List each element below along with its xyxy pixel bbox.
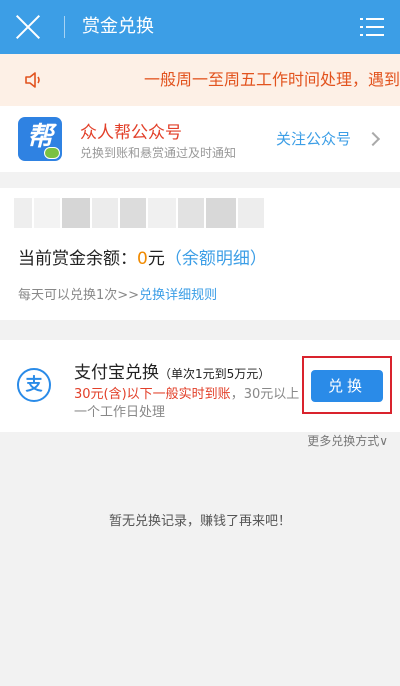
- list-menu-icon[interactable]: [360, 17, 384, 37]
- balance-unit: 元: [147, 249, 165, 269]
- alipay-icon-glyph: 支: [25, 375, 43, 395]
- exchange-button[interactable]: 兑换: [311, 370, 383, 402]
- balance-detail-link[interactable]: 余额明细: [182, 249, 250, 269]
- alipay-title: 支付宝兑换: [74, 363, 159, 383]
- redacted-username: [62, 198, 90, 228]
- alipay-icon: 支: [17, 368, 51, 402]
- chevron-right-icon: [365, 131, 381, 147]
- balance-label: 当前赏金余额：: [18, 249, 137, 269]
- exchange-rules-link[interactable]: 兑换详细规则: [139, 288, 217, 303]
- alipay-note-line2: 一个工作日处理: [74, 405, 166, 420]
- paren-open: （: [164, 249, 182, 269]
- exchange-limit-text: 每天可以兑换1次>>: [18, 288, 140, 303]
- wechat-icon: [44, 147, 60, 159]
- close-icon[interactable]: [14, 13, 42, 41]
- official-account-logo: 帮: [18, 117, 62, 161]
- alipay-note-over: ，30元以上: [230, 387, 300, 402]
- balance-amount: 0: [137, 249, 148, 269]
- exchange-rule-line: 每天可以兑换1次>>兑换详细规则: [18, 284, 217, 303]
- redacted-username: [238, 198, 264, 228]
- official-account-name: 众人帮公众号: [80, 123, 182, 143]
- official-account-description: 兑换到账和悬赏通过及时通知: [80, 146, 237, 160]
- redacted-username: [92, 198, 118, 228]
- redacted-username: [178, 198, 204, 228]
- balance-line: 当前赏金余额：0元（余额明细）: [18, 244, 267, 269]
- top-bar: 赏金兑换: [0, 0, 400, 54]
- balance-card: 当前赏金余额：0元（余额明细） 每天可以兑换1次>>兑换详细规则: [0, 188, 400, 320]
- alipay-limit: （单次1元到5万元）: [159, 367, 271, 381]
- redacted-username: [120, 198, 146, 228]
- official-account-row[interactable]: 帮 众人帮公众号 兑换到账和悬赏通过及时通知 关注公众号: [0, 106, 400, 172]
- empty-state-text: 暂无兑换记录，赚钱了再来吧！: [108, 514, 291, 529]
- page-title: 赏金兑换: [82, 16, 154, 37]
- header-divider: [64, 16, 65, 38]
- speaker-icon: [25, 72, 40, 88]
- redacted-username: [14, 198, 32, 228]
- alipay-exchange-row: 支 支付宝兑换（单次1元到5万元） 30元(含)以下一般实时到账，30元以上 一…: [0, 340, 400, 432]
- alipay-note-line: 30元(含)以下一般实时到账，30元以上: [74, 383, 299, 402]
- notice-text: 一般周一至周五工作时间处理，遇到: [144, 70, 400, 89]
- notice-bar: 一般周一至周五工作时间处理，遇到: [0, 54, 400, 106]
- follow-account-link[interactable]: 关注公众号: [276, 128, 351, 149]
- redacted-username: [34, 198, 60, 228]
- alipay-title-line: 支付宝兑换（单次1元到5万元）: [74, 358, 270, 383]
- redacted-username: [148, 198, 176, 228]
- redacted-username: [206, 198, 236, 228]
- alipay-note-instant: 30元(含)以下一般实时到账: [74, 387, 231, 402]
- paren-close: ）: [249, 249, 267, 269]
- more-methods-link[interactable]: 更多兑换方式∨: [307, 432, 388, 449]
